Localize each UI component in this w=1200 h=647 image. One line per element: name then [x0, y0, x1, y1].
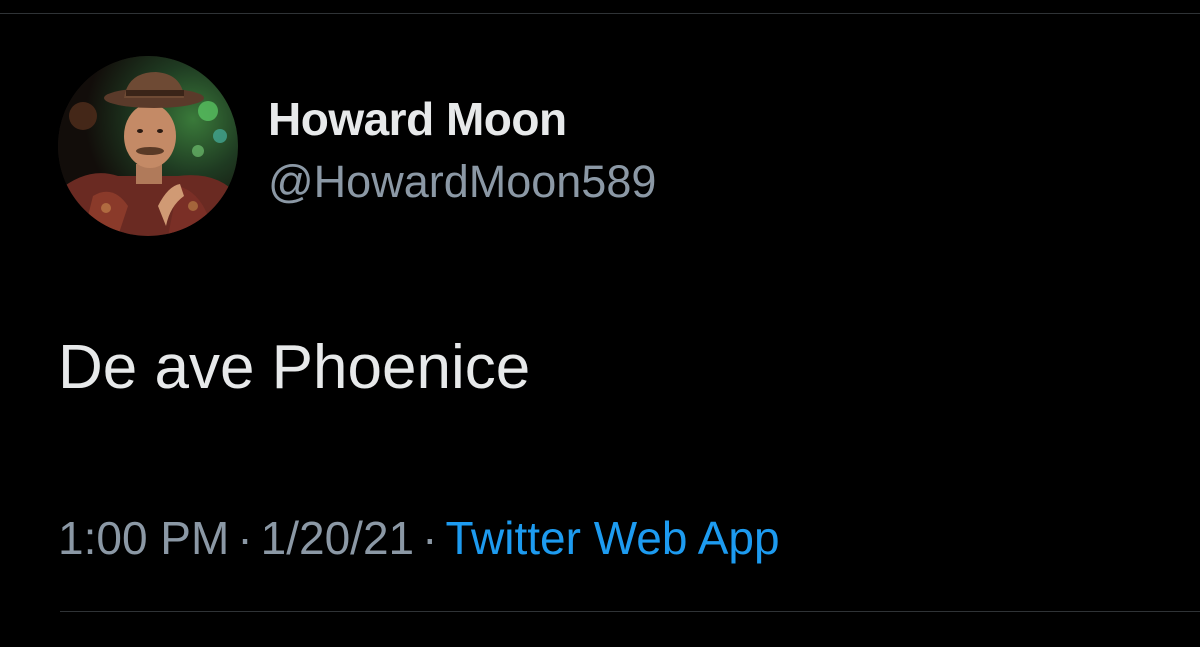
meta-separator: ·: [422, 512, 438, 564]
tweet-source-link[interactable]: Twitter Web App: [445, 512, 779, 564]
tweet-metadata: 1:00 PM · 1/20/21 · Twitter Web App: [58, 508, 780, 568]
tweet-detail-view: Howard Moon @HowardMoon589 De ave Phoeni…: [0, 0, 1200, 647]
avatar[interactable]: [58, 56, 238, 236]
top-divider: [0, 13, 1200, 14]
tweet-date[interactable]: 1/20/21: [261, 512, 414, 564]
tweet-time[interactable]: 1:00 PM: [58, 512, 229, 564]
profile-photo-icon: [58, 56, 238, 236]
display-name[interactable]: Howard Moon: [268, 92, 656, 146]
user-handle[interactable]: @HowardMoon589: [268, 154, 656, 210]
meta-separator: ·: [237, 512, 253, 564]
bottom-divider: [60, 611, 1200, 612]
author-info[interactable]: Howard Moon @HowardMoon589: [268, 92, 656, 210]
tweet-text: De ave Phoenice: [58, 333, 531, 402]
